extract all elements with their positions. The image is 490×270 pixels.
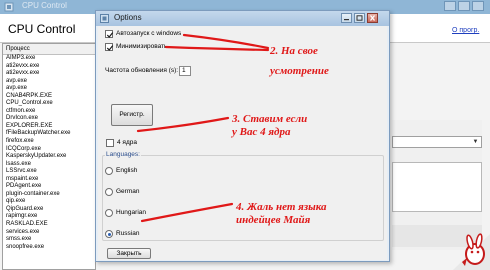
annotation-arrow-3 xyxy=(136,116,230,133)
rabbit-logo-icon xyxy=(453,233,490,270)
annotation-4-line2: индейцев Майя xyxy=(236,214,311,226)
annotation-3-line2: у Вас 4 ядра xyxy=(232,126,291,138)
annotation-2-line2: усмотрение xyxy=(270,65,329,77)
annotation-arrow-2b xyxy=(164,45,270,52)
annotation-4-line1: 4. Жаль нет языка xyxy=(236,201,327,213)
annotation-arrow-2a xyxy=(182,33,270,50)
annotation-2-line1: 2. На свое xyxy=(270,45,318,57)
annotation-arrow-4 xyxy=(140,202,234,223)
annotation-3-line1: 3. Ставим если xyxy=(232,113,308,125)
